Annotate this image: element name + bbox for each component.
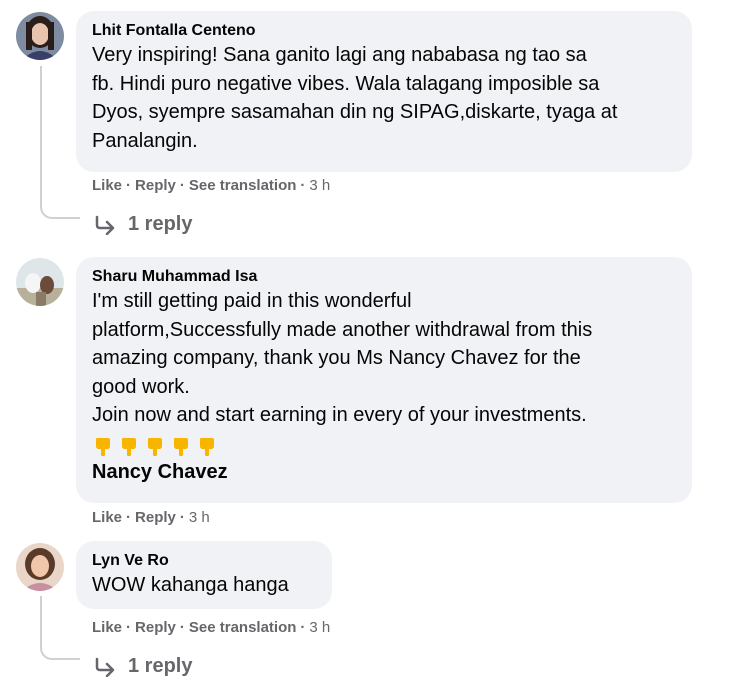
separator-dot: · bbox=[179, 509, 185, 526]
reply-button[interactable]: Reply bbox=[135, 509, 176, 526]
separator-dot: · bbox=[300, 619, 306, 636]
comment-bubble: Sharu Muhammad Isa I'm still getting pai… bbox=[76, 257, 692, 503]
view-replies-link[interactable]: 1 reply bbox=[94, 655, 192, 678]
like-button[interactable]: Like bbox=[92, 619, 122, 636]
comment-author[interactable]: Lyn Ve Ro bbox=[92, 551, 318, 571]
comment-actions: Like · Reply · See translation · 3 h bbox=[92, 177, 330, 194]
replies-count-label: 1 reply bbox=[128, 655, 193, 677]
comment-author[interactable]: Lhit Fontalla Centeno bbox=[92, 21, 678, 41]
separator-dot: · bbox=[179, 619, 185, 636]
reply-arrow-icon bbox=[95, 657, 115, 677]
comment-text: Very inspiring! Sana ganito lagi ang nab… bbox=[92, 44, 618, 152]
pointing-down-emoji-row bbox=[92, 434, 678, 458]
reply-arrow-icon bbox=[95, 215, 115, 235]
reply-button[interactable]: Reply bbox=[135, 619, 176, 636]
avatar[interactable] bbox=[16, 543, 64, 591]
replies-count-label: 1 reply bbox=[128, 213, 193, 235]
comment-bubble: Lyn Ve Ro WOW kahanga hanga bbox=[76, 541, 332, 609]
timestamp[interactable]: 3 h bbox=[189, 509, 210, 526]
avatar[interactable] bbox=[16, 258, 64, 306]
like-button[interactable]: Like bbox=[92, 509, 122, 526]
profile-photo-icon bbox=[16, 258, 64, 306]
pointing-down-icon bbox=[200, 437, 214, 456]
separator-dot: · bbox=[179, 177, 185, 194]
separator-dot: · bbox=[126, 177, 132, 194]
mention-link[interactable]: Nancy Chavez bbox=[92, 458, 678, 487]
separator-dot: · bbox=[126, 509, 132, 526]
comment-text: WOW kahanga hanga bbox=[92, 574, 289, 596]
pointing-down-icon bbox=[148, 437, 162, 456]
view-replies-link[interactable]: 1 reply bbox=[94, 213, 192, 236]
see-translation-link[interactable]: See translation bbox=[189, 177, 297, 194]
like-button[interactable]: Like bbox=[92, 177, 122, 194]
pointing-down-icon bbox=[174, 437, 188, 456]
thread-line bbox=[40, 596, 80, 660]
comment-actions: Like · Reply · 3 h bbox=[92, 509, 210, 526]
see-translation-link[interactable]: See translation bbox=[189, 619, 297, 636]
profile-photo-icon bbox=[16, 543, 64, 591]
comment-actions: Like · Reply · See translation · 3 h bbox=[92, 619, 330, 636]
profile-photo-icon bbox=[16, 12, 64, 60]
comment-author[interactable]: Sharu Muhammad Isa bbox=[92, 267, 678, 287]
pointing-down-icon bbox=[96, 437, 110, 456]
separator-dot: · bbox=[300, 177, 306, 194]
pointing-down-icon bbox=[122, 437, 136, 456]
timestamp[interactable]: 3 h bbox=[309, 177, 330, 194]
reply-button[interactable]: Reply bbox=[135, 177, 176, 194]
avatar[interactable] bbox=[16, 12, 64, 60]
comment-bubble: Lhit Fontalla Centeno Very inspiring! Sa… bbox=[76, 11, 692, 172]
separator-dot: · bbox=[126, 619, 132, 636]
timestamp[interactable]: 3 h bbox=[309, 619, 330, 636]
comment-text: I'm still getting paid in this wonderful… bbox=[92, 290, 593, 426]
thread-line bbox=[40, 66, 80, 219]
